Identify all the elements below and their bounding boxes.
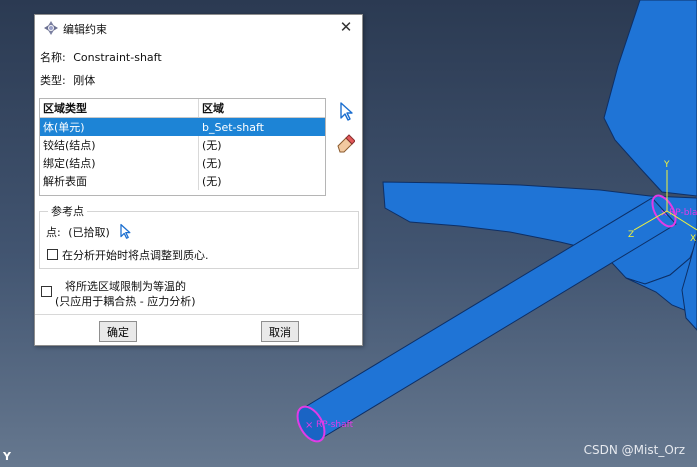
region-table: 区域类型 区域 体(单元) b_Set-shaft 铰结(结点) (无) 绑定(… [39,98,326,196]
ref-point-row: 点: (已拾取) [46,224,110,240]
row-type: 铰结(结点) [40,136,199,154]
triad-x-label: X [690,234,696,244]
dialog-titlebar[interactable]: 编辑约束 ✕ [35,15,362,41]
global-axis-label: Y [3,450,11,463]
isothermal-label-line1: 将所选区域限制为等温的 [65,280,186,293]
button-separator [35,314,362,315]
name-row: 名称: Constraint-shaft [40,49,162,65]
header-region-type: 区域类型 [40,99,199,117]
isothermal-checkbox[interactable] [41,286,52,297]
isothermal-label-line2: (只应用于耦合热 - 应力分析) [55,295,196,308]
app-icon [44,21,58,35]
ref-point-value: (已拾取) [68,226,110,239]
rp-blade-label: RP-bla [669,208,697,218]
watermark: CSDN @Mist_Orz [583,443,685,457]
row-region: (无) [202,175,222,188]
name-label: 名称: [40,51,66,64]
header-region: 区域 [202,102,224,115]
triad-z-label: Z [628,230,634,240]
table-header: 区域类型 区域 [40,99,325,118]
eraser-icon[interactable] [335,133,355,153]
row-type: 体(单元) [40,118,199,136]
table-row[interactable]: 绑定(结点) (无) [40,154,325,172]
rp-shaft-label: RP-shaft [316,420,354,430]
table-row[interactable]: 解析表面 (无) [40,172,325,190]
edit-constraint-dialog: 编辑约束 ✕ 名称: Constraint-shaft 类型: 刚体 区域类型 … [34,14,363,346]
rp-shaft-marker[interactable]: × [305,420,313,431]
select-arrow-icon[interactable] [336,101,356,121]
reference-point-legend: 参考点 [51,205,84,218]
triad-y-label: Y [663,160,670,170]
blade-part[interactable] [603,0,697,197]
adjust-to-centroid-label: 在分析开始时将点调整到质心. [62,249,209,262]
pick-arrow-icon[interactable] [117,222,133,240]
row-region: b_Set-shaft [202,120,264,134]
table-row[interactable]: 铰结(结点) (无) [40,136,325,154]
ok-button[interactable]: 确定 [99,321,137,342]
type-row: 类型: 刚体 [40,72,95,88]
row-type: 解析表面 [40,172,199,190]
ref-point-label: 点: [46,226,61,239]
name-value: Constraint-shaft [73,51,162,64]
type-value: 刚体 [73,74,96,87]
cancel-button[interactable]: 取消 [261,321,299,342]
dialog-title: 编辑约束 [63,23,107,36]
row-region: (无) [202,139,222,152]
row-type: 绑定(结点) [40,154,199,172]
type-label: 类型: [40,74,66,87]
table-row[interactable]: 体(单元) b_Set-shaft [40,118,325,136]
adjust-to-centroid-checkbox[interactable] [47,249,58,260]
row-region: (无) [202,157,222,170]
close-icon[interactable]: ✕ [337,18,355,36]
